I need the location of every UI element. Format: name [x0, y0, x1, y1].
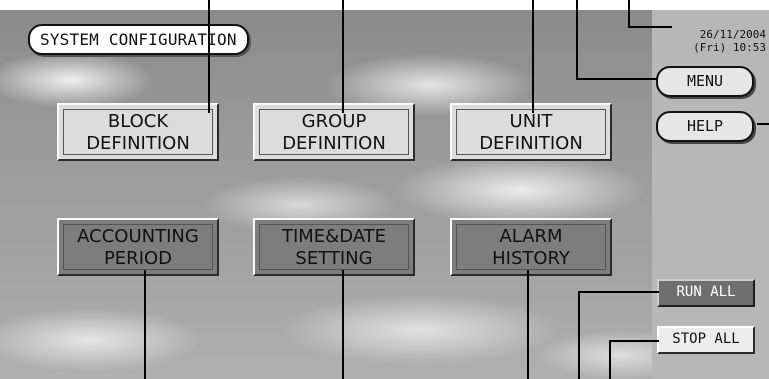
block-definition-button[interactable]: BLOCK DEFINITION — [57, 103, 219, 161]
accounting-period-button[interactable]: ACCOUNTING PERIOD — [57, 218, 219, 276]
accounting-period-line1: ACCOUNTING — [77, 226, 199, 247]
date-time-display: 26/11/2004 (Fri) 10:53 — [686, 28, 766, 54]
unit-definition-line1: UNIT — [509, 111, 553, 132]
group-definition-line1: GROUP — [301, 111, 367, 132]
date-text: 26/11/2004 — [699, 28, 766, 41]
touch-panel-screenshot: SYSTEM CONFIGURATION 26/11/2004 (Fri) 10… — [0, 0, 769, 379]
run-all-button[interactable]: RUN ALL — [657, 279, 755, 307]
accounting-period-line2: PERIOD — [103, 248, 173, 269]
time-date-setting-line2: SETTING — [295, 248, 373, 269]
time-date-setting-button[interactable]: TIME&DATE SETTING — [253, 218, 415, 276]
alarm-history-line2: HISTORY — [492, 248, 570, 269]
page-title: SYSTEM CONFIGURATION — [28, 24, 249, 55]
time-date-setting-line1: TIME&DATE — [281, 226, 387, 247]
unit-definition-button[interactable]: UNIT DEFINITION — [450, 103, 612, 161]
unit-definition-line2: DEFINITION — [479, 133, 583, 154]
block-definition-line2: DEFINITION — [86, 133, 190, 154]
group-definition-line2: DEFINITION — [282, 133, 386, 154]
alarm-history-button[interactable]: ALARM HISTORY — [450, 218, 612, 276]
block-definition-line1: BLOCK — [107, 111, 169, 132]
group-definition-button[interactable]: GROUP DEFINITION — [253, 103, 415, 161]
time-text: (Fri) 10:53 — [693, 41, 766, 54]
menu-button[interactable]: MENU — [656, 66, 754, 97]
alarm-history-line1: ALARM — [499, 226, 563, 247]
stop-all-button[interactable]: STOP ALL — [657, 326, 755, 354]
help-button[interactable]: HELP — [656, 111, 754, 142]
